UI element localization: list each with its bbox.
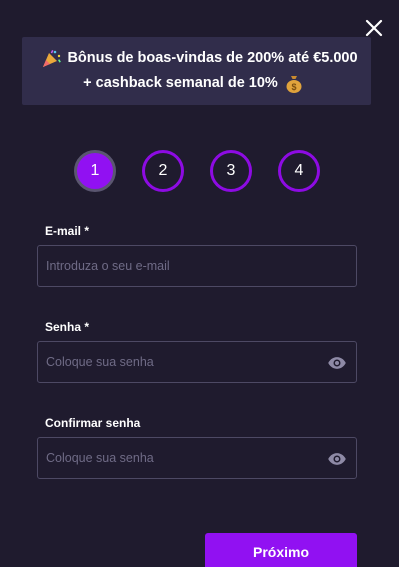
step-2: 2 [142,150,184,192]
step-1: 1 [74,150,116,192]
confirm-password-label: Confirmar senha [45,416,141,430]
money-bag-icon: $ [284,74,304,94]
step-1-label: 1 [90,162,100,179]
svg-text:$: $ [291,82,296,92]
email-field[interactable] [38,246,356,286]
banner-line-2-text: + cashback semanal de 10% [83,75,278,91]
step-4-label: 4 [294,162,304,179]
banner-line-2: + cashback semanal de 10% $ [83,71,310,96]
email-field-wrapper [37,245,357,287]
confirm-password-field[interactable] [38,438,356,478]
step-3: 3 [210,150,252,192]
password-field[interactable] [38,342,356,382]
registration-modal: Bônus de boas-vindas de 200% até €5.000 … [0,0,399,567]
password-field-wrapper [37,341,357,383]
eye-icon [328,453,346,465]
welcome-bonus-banner: Bônus de boas-vindas de 200% até €5.000 … [22,37,371,105]
banner-line-1-text: Bônus de boas-vindas de 200% até €5.000 [67,50,358,66]
confirm-password-field-wrapper [37,437,357,479]
party-popper-icon [41,49,62,69]
email-label: E-mail * [45,224,90,238]
step-2-label: 2 [158,162,168,179]
step-4: 4 [278,150,320,192]
password-label: Senha * [45,320,90,334]
next-button[interactable]: Próximo [205,533,357,567]
banner-line-1: Bônus de boas-vindas de 200% até €5.000 [35,46,358,71]
show-password-toggle[interactable] [327,353,347,373]
step-indicator: 1 2 3 4 [0,150,399,192]
eye-icon [328,357,346,369]
show-confirm-password-toggle[interactable] [327,449,347,469]
step-3-label: 3 [226,162,236,179]
